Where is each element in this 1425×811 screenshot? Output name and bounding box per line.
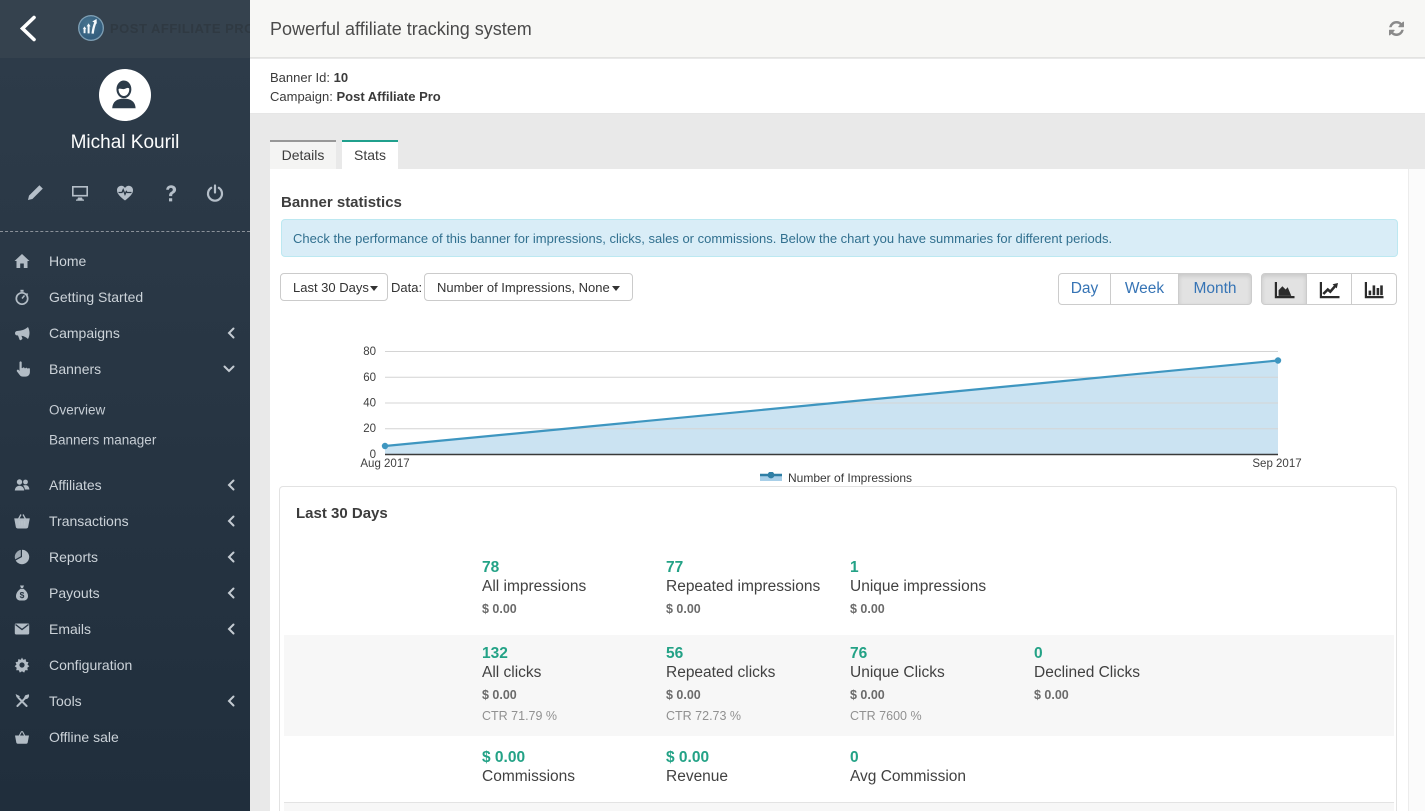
svg-text:40: 40 [363, 398, 376, 410]
svg-text:Aug 2017: Aug 2017 [360, 458, 409, 470]
svg-text:Sep 2017: Sep 2017 [1252, 458, 1301, 470]
svg-text:80: 80 [363, 346, 376, 358]
svg-text:20: 20 [363, 423, 376, 435]
svg-text:60: 60 [363, 372, 376, 384]
svg-text:$: $ [20, 590, 25, 600]
